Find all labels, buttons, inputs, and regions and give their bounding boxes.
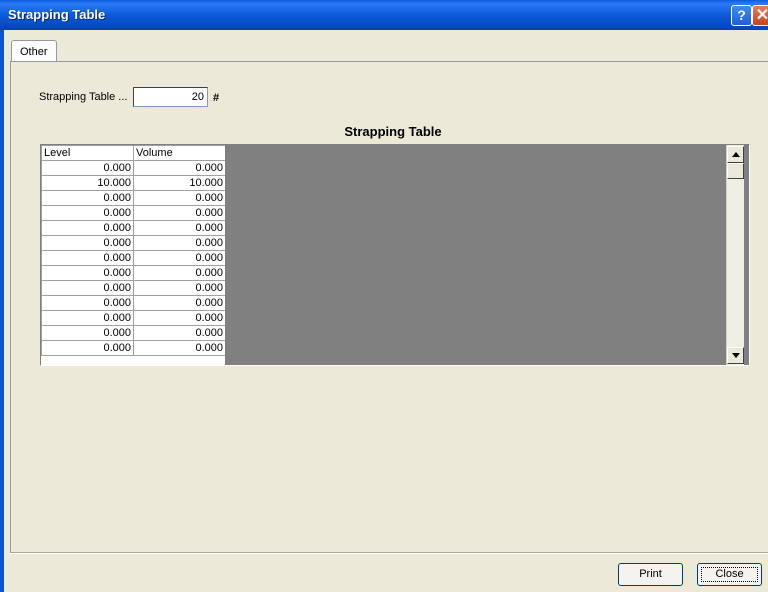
title-bar: Strapping Table ? ✕	[0, 0, 768, 30]
arrow-down-icon	[732, 353, 740, 358]
window-close-button[interactable]: ✕	[752, 5, 768, 26]
volume-cell[interactable]: 0.000	[133, 325, 225, 341]
level-cell[interactable]: 0.000	[41, 250, 134, 266]
level-cell[interactable]: 0.000	[41, 160, 134, 176]
table-row: 0.000 0.000	[41, 265, 225, 281]
window-title: Strapping Table	[8, 7, 106, 22]
strapping-count-input[interactable]: 20	[133, 87, 208, 107]
strapping-count-label: Strapping Table ...	[39, 91, 128, 103]
grid-data-area: Level Volume 0.000 0.000 10.000 10.000 0.0…	[41, 145, 225, 365]
close-button[interactable]: Close	[697, 563, 762, 586]
print-button-label: Print	[639, 568, 662, 580]
volume-cell[interactable]: 0.000	[133, 265, 225, 281]
table-row: 0.000 0.000	[41, 295, 225, 311]
header-row: Level Volume	[41, 145, 225, 161]
print-button[interactable]: Print	[618, 563, 683, 586]
level-cell[interactable]: 0.000	[41, 220, 134, 236]
volume-cell[interactable]: 10.000	[133, 175, 225, 191]
tab-other[interactable]: Other	[11, 40, 57, 62]
table-row: 0.000 0.000	[41, 220, 225, 236]
level-cell[interactable]: 0.000	[41, 265, 134, 281]
column-header-volume[interactable]: Volume	[133, 145, 225, 161]
volume-cell[interactable]: 0.000	[133, 295, 225, 311]
arrow-up-icon	[732, 152, 740, 157]
help-button[interactable]: ?	[731, 5, 752, 26]
volume-cell[interactable]: 0.000	[133, 340, 225, 356]
grid-title: Strapping Table	[344, 124, 442, 139]
volume-cell[interactable]: 0.000	[133, 250, 225, 266]
scroll-thumb[interactable]	[727, 163, 744, 179]
table-row: 0.000 0.000	[41, 235, 225, 251]
level-cell[interactable]: 0.000	[41, 280, 134, 296]
table-row: 0.000 0.000	[41, 280, 225, 296]
footer-divider	[10, 552, 768, 554]
level-cell[interactable]: 0.000	[41, 235, 134, 251]
level-cell[interactable]: 0.000	[41, 190, 134, 206]
volume-cell[interactable]: 0.000	[133, 280, 225, 296]
level-cell[interactable]: 0.000	[41, 340, 134, 356]
table-row: 10.000 10.000	[41, 175, 225, 191]
volume-cell[interactable]: 0.000	[133, 190, 225, 206]
scroll-down-button[interactable]	[727, 347, 744, 364]
table-row: 0.000 0.000	[41, 250, 225, 266]
table-row: 0.000 0.000	[41, 340, 225, 356]
volume-cell[interactable]: 0.000	[133, 160, 225, 176]
level-cell[interactable]: 10.000	[41, 175, 134, 191]
vertical-scrollbar[interactable]	[726, 145, 744, 365]
table-row: 0.000 0.000	[41, 190, 225, 206]
strapping-table: Level Volume 0.000 0.000 10.000 10.000 0.0…	[41, 145, 225, 356]
count-unit-label: #	[213, 92, 220, 104]
volume-cell[interactable]: 0.000	[133, 220, 225, 236]
close-button-label: Close	[715, 568, 744, 580]
volume-cell[interactable]: 0.000	[133, 310, 225, 326]
close-icon: ✕	[755, 7, 768, 24]
scroll-up-button[interactable]	[727, 146, 744, 163]
help-icon: ?	[737, 7, 746, 23]
level-cell[interactable]: 0.000	[41, 205, 134, 221]
window-frame-left	[0, 30, 4, 592]
strapping-grid[interactable]: Level Volume 0.000 0.000 10.000 10.000 0.0…	[40, 144, 750, 366]
volume-cell[interactable]: 0.000	[133, 205, 225, 221]
volume-cell[interactable]: 0.000	[133, 235, 225, 251]
column-header-level[interactable]: Level	[41, 145, 134, 161]
table-row: 0.000 0.000	[41, 310, 225, 326]
level-cell[interactable]: 0.000	[41, 310, 134, 326]
level-cell[interactable]: 0.000	[41, 295, 134, 311]
level-cell[interactable]: 0.000	[41, 325, 134, 341]
table-row: 0.000 0.000	[41, 160, 225, 176]
table-row: 0.000 0.000	[41, 325, 225, 341]
table-row: 0.000 0.000	[41, 205, 225, 221]
